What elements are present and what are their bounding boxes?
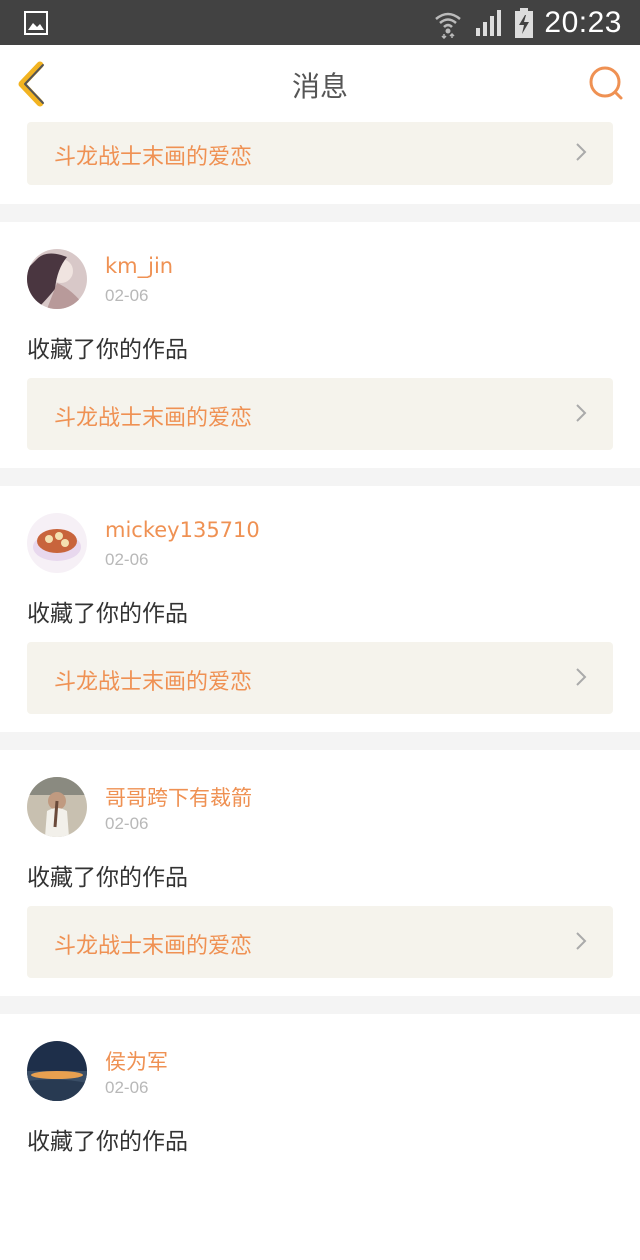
action-text: 收藏了你的作品: [27, 337, 188, 363]
divider: [0, 996, 640, 1014]
message-date: 02-06: [105, 550, 149, 569]
search-button[interactable]: [586, 63, 626, 103]
work-title: 斗龙战士末画的爱恋: [54, 934, 253, 959]
avatar[interactable]: [27, 1041, 87, 1101]
nav-bar: 消息: [0, 45, 640, 123]
username[interactable]: 哥哥跨下有裁箭: [105, 782, 252, 812]
message-date: 02-06: [105, 814, 149, 833]
gallery-icon: [24, 11, 48, 35]
status-time: 20:23: [544, 6, 622, 39]
message-card: 斗龙战士末画的爱恋: [0, 122, 640, 204]
message-date: 02-06: [105, 1078, 149, 1097]
username[interactable]: km_jin: [105, 254, 173, 278]
message-card: mickey135710 02-06 收藏了你的作品 斗龙战士末画的爱恋: [0, 486, 640, 732]
action-text: 收藏了你的作品: [27, 865, 188, 891]
status-bar: 20:23: [0, 0, 640, 45]
page-title: 消息: [291, 70, 348, 103]
username[interactable]: 侯为军: [105, 1046, 168, 1076]
work-link[interactable]: 斗龙战士末画的爱恋: [27, 906, 613, 978]
wifi-icon: [435, 12, 462, 39]
chevron-right-icon: [576, 668, 587, 686]
search-icon: [589, 66, 623, 100]
signal-icon: [476, 10, 502, 36]
work-title: 斗龙战士末画的爱恋: [54, 670, 253, 695]
divider: [0, 468, 640, 486]
message-card: km_jin 02-06 收藏了你的作品 斗龙战士末画的爱恋: [0, 222, 640, 468]
battery-charging-icon: [515, 8, 534, 38]
work-title: 斗龙战士末画的爱恋: [54, 406, 253, 431]
work-link[interactable]: 斗龙战士末画的爱恋: [27, 378, 613, 450]
avatar[interactable]: [27, 513, 87, 573]
chevron-right-icon: [576, 143, 587, 161]
avatar[interactable]: [27, 777, 87, 837]
work-link[interactable]: 斗龙战士末画的爱恋: [27, 122, 613, 185]
work-link[interactable]: 斗龙战士末画的爱恋: [27, 642, 613, 714]
divider: [0, 204, 640, 222]
avatar[interactable]: [27, 249, 87, 309]
chevron-right-icon: [576, 404, 587, 422]
message-card: 哥哥跨下有裁箭 02-06 收藏了你的作品 斗龙战士末画的爱恋: [0, 750, 640, 996]
username[interactable]: mickey135710: [105, 518, 260, 542]
message-feed[interactable]: 斗龙战士末画的爱恋 km_jin 02-06 收藏了你的作品 斗龙战士末画的爱恋: [0, 122, 640, 1260]
action-text: 收藏了你的作品: [27, 1129, 188, 1155]
action-text: 收藏了你的作品: [27, 601, 188, 627]
divider: [0, 732, 640, 750]
work-title: 斗龙战士末画的爱恋: [54, 145, 253, 170]
chevron-right-icon: [576, 932, 587, 950]
message-card: 侯为军 02-06 收藏了你的作品: [0, 1014, 640, 1260]
message-date: 02-06: [105, 286, 149, 305]
